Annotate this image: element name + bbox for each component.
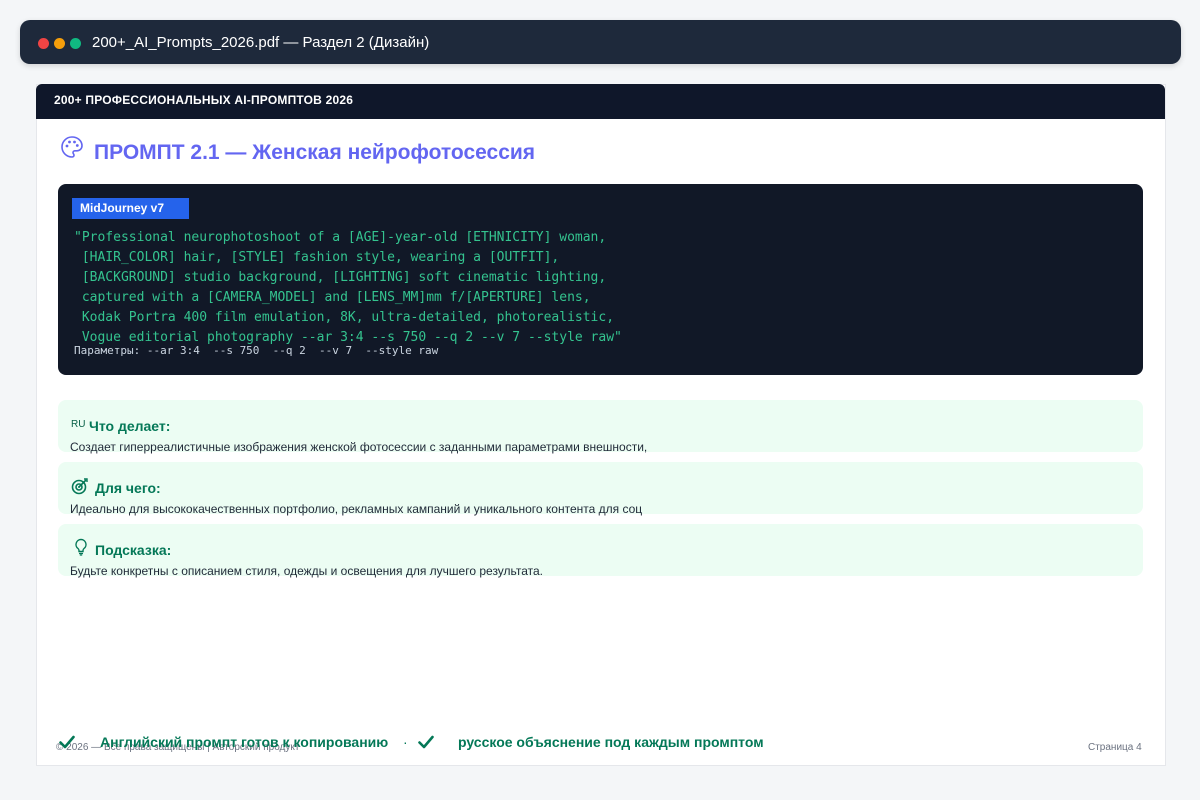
checkmark-icon [418, 735, 434, 749]
model-badge: MidJourney v7 [72, 198, 189, 219]
prompt-title: ПРОМПТ 2.1 — Женская нейрофотосессия [94, 141, 536, 164]
window-title: 200+_AI_Prompts_2026.pdf — Раздел 2 (Диз… [92, 34, 430, 51]
code-line: captured with a [CAMERA_MODEL] and [LENS… [74, 290, 591, 305]
target-icon [71, 478, 88, 495]
feature-separator: · [403, 734, 408, 750]
minimize-window-button[interactable] [54, 38, 65, 49]
feature-russian-explanation: русское объяснение под каждым промптом [458, 734, 764, 750]
what-it-does-text: Создает гиперреалистичные изображения же… [70, 440, 648, 454]
prompt-code-text[interactable]: "Professional neurophotoshoot of a [AGE]… [74, 228, 622, 348]
code-line: Kodak Portra 400 film emulation, 8K, ult… [74, 310, 615, 325]
checkmark-icon [59, 735, 75, 749]
what-it-does-heading: Что делает: [89, 418, 171, 434]
code-line: [BACKGROUND] studio background, [LIGHTIN… [74, 270, 607, 285]
code-line: "Professional neurophotoshoot of a [AGE]… [74, 230, 607, 245]
prompt-parameters: Параметры: --ar 3:4 --s 750 --q 2 --v 7 … [74, 344, 439, 357]
feature-english-prompt: Английский промпт готов к копированию [100, 734, 389, 750]
page-number: Страница 4 [1088, 742, 1142, 753]
close-window-button[interactable] [38, 38, 49, 49]
code-line: [HAIR_COLOR] hair, [STYLE] fashion style… [74, 250, 560, 265]
purpose-text: Идеально для высококачественных портфоли… [70, 502, 643, 516]
maximize-window-button[interactable] [70, 38, 81, 49]
document-header-title: 200+ ПРОФЕССИОНАЛЬНЫХ AI-ПРОМПТОВ 2026 [54, 93, 354, 107]
ru-flag-icon: RU [71, 419, 86, 430]
tip-heading: Подсказка: [95, 542, 172, 558]
lightbulb-icon [75, 538, 87, 556]
purpose-heading: Для чего: [95, 480, 161, 496]
palette-icon [61, 136, 83, 158]
tip-text: Будьте конкретны с описанием стиля, одеж… [70, 564, 543, 578]
